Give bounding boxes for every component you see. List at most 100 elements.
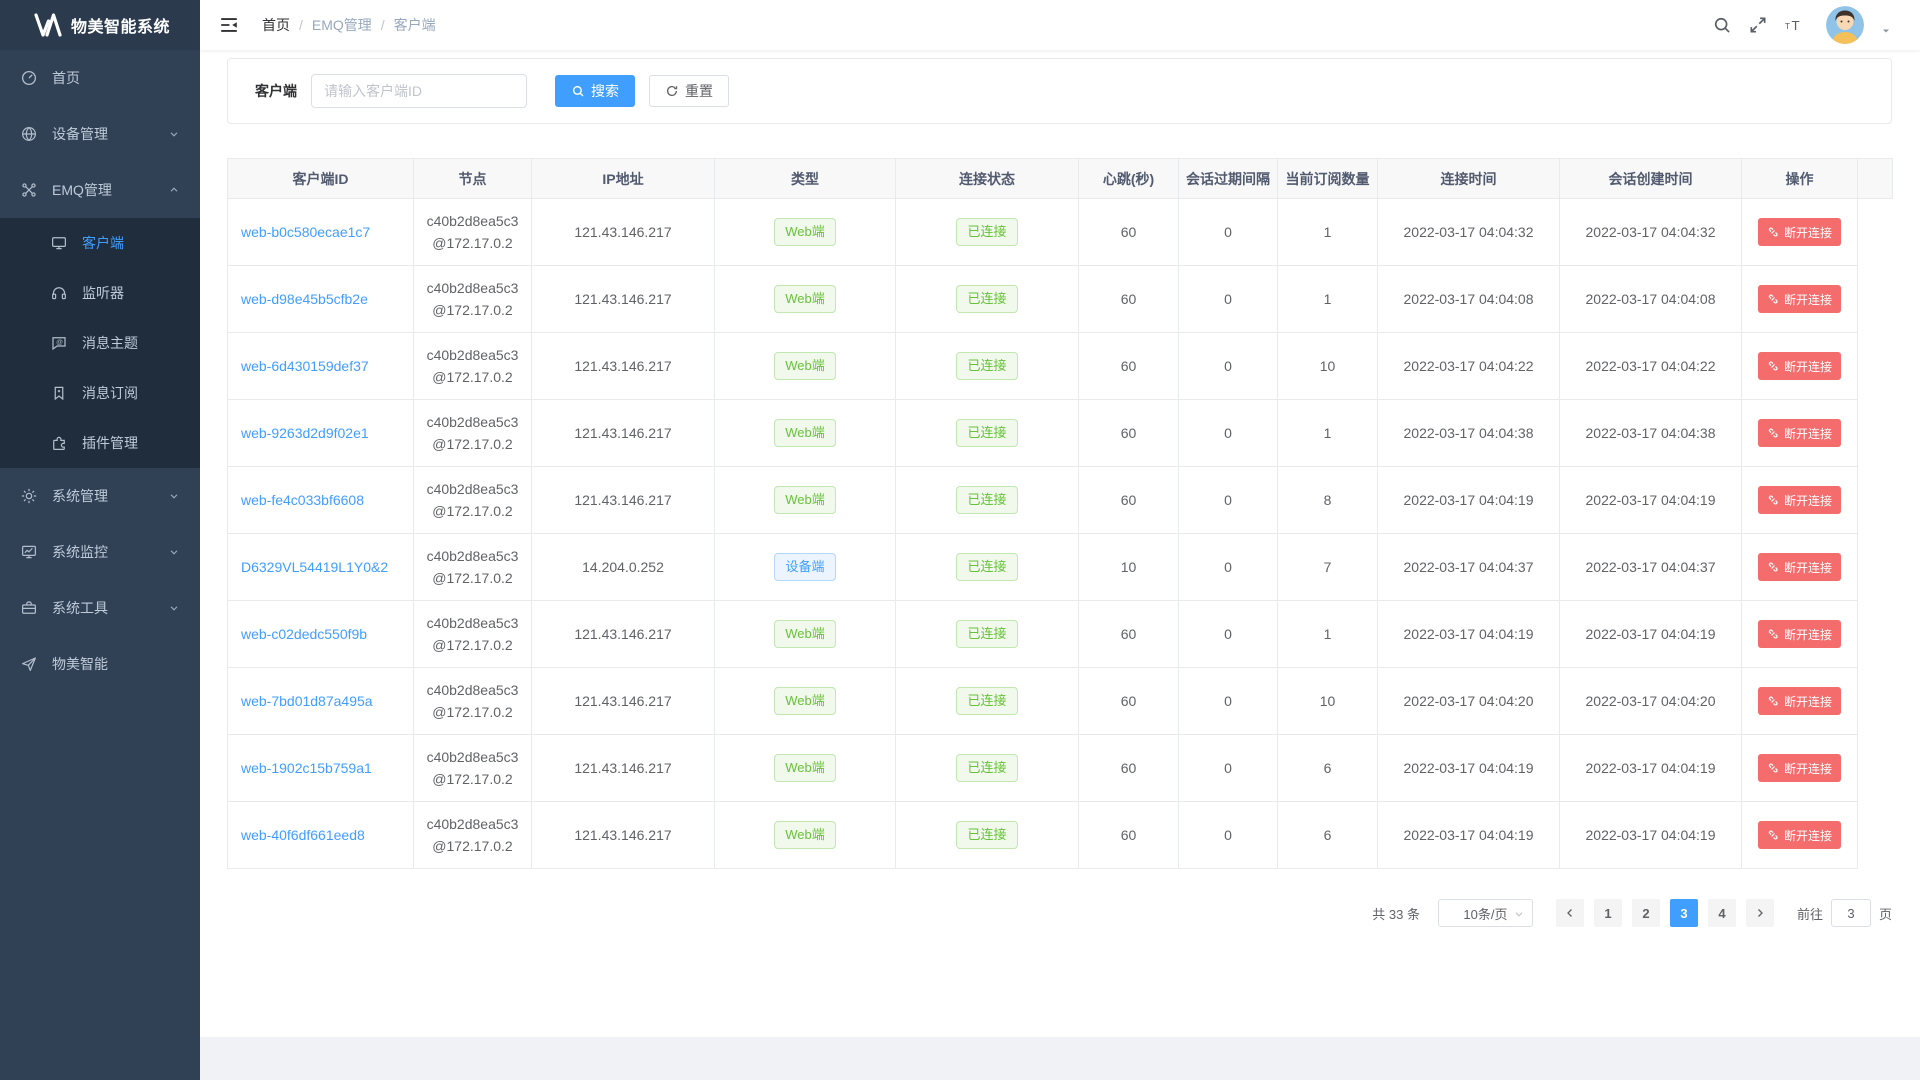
goto-page-input[interactable] xyxy=(1831,899,1871,927)
next-page-button[interactable] xyxy=(1746,899,1774,927)
type-badge: Web端 xyxy=(774,754,836,782)
disconnect-button[interactable]: 断开连接 xyxy=(1758,486,1841,514)
disconnect-button[interactable]: 断开连接 xyxy=(1758,218,1841,246)
sidebar-item-system-monitor[interactable]: 系统监控 xyxy=(0,524,200,580)
prev-page-button[interactable] xyxy=(1556,899,1584,927)
sidebar-item-listeners[interactable]: 监听器 xyxy=(0,268,200,318)
table-row: web-7bd01d87a495a c40b2d8ea5c3@172.17.0.… xyxy=(228,668,1893,735)
chevron-down-icon xyxy=(168,546,180,558)
sidebar-item-label: 消息订阅 xyxy=(82,383,138,403)
disconnect-button[interactable]: 断开连接 xyxy=(1758,821,1841,849)
col-node: 节点 xyxy=(414,159,532,199)
disconnect-button[interactable]: 断开连接 xyxy=(1758,553,1841,581)
client-id-link[interactable]: web-40f6df661eed8 xyxy=(241,827,365,843)
disconnect-button[interactable]: 断开连接 xyxy=(1758,285,1841,313)
col-subscriptions: 当前订阅数量 xyxy=(1278,159,1378,199)
client-id-link[interactable]: web-6d430159def37 xyxy=(241,358,369,374)
disconnect-button[interactable]: 断开连接 xyxy=(1758,419,1841,447)
client-id-input[interactable] xyxy=(311,74,527,108)
actions-cell: 断开连接 xyxy=(1742,534,1858,601)
chevron-down-icon xyxy=(168,128,180,140)
devices-icon xyxy=(20,125,38,143)
breadcrumb-separator: / xyxy=(381,17,385,33)
node-cell: c40b2d8ea5c3@172.17.0.2 xyxy=(414,802,532,869)
dashboard-icon xyxy=(20,69,38,87)
sidebar-item-topics[interactable]: @ 消息主题 xyxy=(0,318,200,368)
page-button-2[interactable]: 2 xyxy=(1632,899,1660,927)
session-time-cell: 2022-03-17 04:04:19 xyxy=(1560,601,1742,668)
type-cell: Web端 xyxy=(715,467,896,534)
caret-down-icon[interactable] xyxy=(1880,25,1892,37)
disconnect-button-label: 断开连接 xyxy=(1784,760,1832,777)
ip-cell: 121.43.146.217 xyxy=(532,601,715,668)
font-size-icon[interactable]: TT xyxy=(1784,15,1804,35)
expiry-cell: 0 xyxy=(1179,802,1278,869)
sidebar-item-emq[interactable]: EMQ管理 xyxy=(0,162,200,218)
client-id-link[interactable]: D6329VL54419L1Y0&2 xyxy=(241,559,388,575)
disconnect-button[interactable]: 断开连接 xyxy=(1758,687,1841,715)
gear-icon xyxy=(20,487,38,505)
search-button[interactable]: 搜索 xyxy=(555,75,635,107)
sidebar-item-home[interactable]: 首页 xyxy=(0,50,200,106)
client-id-link[interactable]: web-7bd01d87a495a xyxy=(241,693,373,709)
chevron-down-icon xyxy=(1513,908,1525,920)
client-id-link[interactable]: web-9263d2d9f02e1 xyxy=(241,425,369,441)
session-time-cell: 2022-03-17 04:04:37 xyxy=(1560,534,1742,601)
page-size-select[interactable]: 10条/页 xyxy=(1438,899,1533,927)
connect-time-cell: 2022-03-17 04:04:38 xyxy=(1378,400,1560,467)
sidebar-item-system-admin[interactable]: 系统管理 xyxy=(0,468,200,524)
sidebar-item-clients[interactable]: 客户端 xyxy=(0,218,200,268)
gutter-cell xyxy=(1858,802,1893,869)
gutter-cell xyxy=(1858,333,1893,400)
node-cell: c40b2d8ea5c3@172.17.0.2 xyxy=(414,467,532,534)
client-id-link[interactable]: web-c02dedc550f9b xyxy=(241,626,367,642)
actions-cell: 断开连接 xyxy=(1742,199,1858,266)
page-button-1[interactable]: 1 xyxy=(1594,899,1622,927)
app-title: 物美智能系统 xyxy=(71,13,170,37)
actions-cell: 断开连接 xyxy=(1742,333,1858,400)
status-cell: 已连接 xyxy=(896,668,1079,735)
sidebar-item-devices[interactable]: 设备管理 xyxy=(0,106,200,162)
gutter-cell xyxy=(1858,199,1893,266)
type-cell: Web端 xyxy=(715,400,896,467)
page-size-value: 10条/页 xyxy=(1463,904,1507,923)
sidebar-item-subscriptions[interactable]: 消息订阅 xyxy=(0,368,200,418)
sidebar-item-wumei[interactable]: 物美智能 xyxy=(0,636,200,692)
session-time-cell: 2022-03-17 04:04:19 xyxy=(1560,802,1742,869)
client-id-link[interactable]: web-d98e45b5cfb2e xyxy=(241,291,368,307)
session-time-cell: 2022-03-17 04:04:38 xyxy=(1560,400,1742,467)
subscriptions-cell: 1 xyxy=(1278,199,1378,266)
fullscreen-icon[interactable] xyxy=(1748,15,1768,35)
sidebar-collapse-icon[interactable] xyxy=(218,14,240,36)
tools-icon xyxy=(20,599,38,617)
search-icon[interactable] xyxy=(1712,15,1732,35)
type-badge: Web端 xyxy=(774,687,836,715)
node-cell: c40b2d8ea5c3@172.17.0.2 xyxy=(414,199,532,266)
type-badge: Web端 xyxy=(774,486,836,514)
page-button-3-active[interactable]: 3 xyxy=(1670,899,1698,927)
app-logo[interactable]: 物美智能系统 xyxy=(0,0,200,50)
main-content: 客户端 搜索 重置 客户端 xyxy=(200,50,1920,1037)
breadcrumb-home[interactable]: 首页 xyxy=(262,15,290,35)
disconnect-button[interactable]: 断开连接 xyxy=(1758,352,1841,380)
client-id-link[interactable]: web-fe4c033bf6608 xyxy=(241,492,364,508)
client-id-link[interactable]: web-b0c580ecae1c7 xyxy=(241,224,370,240)
disconnect-button[interactable]: 断开连接 xyxy=(1758,754,1841,782)
reset-button[interactable]: 重置 xyxy=(649,75,729,107)
sidebar-item-plugins[interactable]: 插件管理 xyxy=(0,418,200,468)
expiry-cell: 0 xyxy=(1179,467,1278,534)
breadcrumb-clients: 客户端 xyxy=(394,15,436,35)
sidebar-item-system-tools[interactable]: 系统工具 xyxy=(0,580,200,636)
avatar[interactable] xyxy=(1826,6,1864,44)
pagination-total: 共 33 条 xyxy=(1372,904,1420,923)
table-row: web-c02dedc550f9b c40b2d8ea5c3@172.17.0.… xyxy=(228,601,1893,668)
client-id-link[interactable]: web-1902c15b759a1 xyxy=(241,760,372,776)
page-button-4[interactable]: 4 xyxy=(1708,899,1736,927)
status-badge: 已连接 xyxy=(956,821,1017,849)
disconnect-button[interactable]: 断开连接 xyxy=(1758,620,1841,648)
disconnect-button-label: 断开连接 xyxy=(1784,425,1832,442)
breadcrumb: 首页 / EMQ管理 / 客户端 xyxy=(262,15,436,35)
search-panel: 客户端 搜索 重置 xyxy=(227,58,1892,124)
disconnect-button-label: 断开连接 xyxy=(1784,626,1832,643)
status-cell: 已连接 xyxy=(896,601,1079,668)
